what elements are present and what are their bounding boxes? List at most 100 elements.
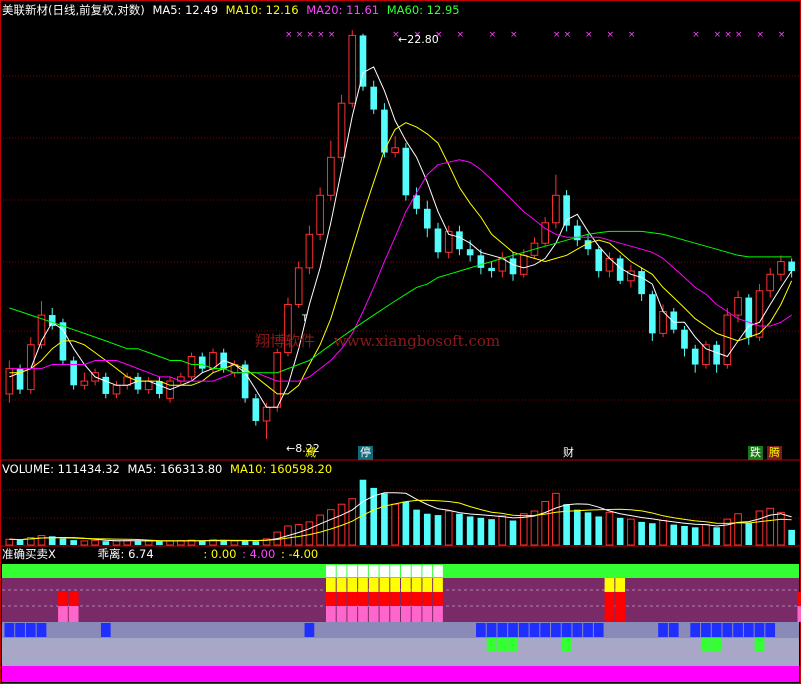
candle-body-up [337,102,346,158]
indicator-cell-white [325,565,336,577]
indicator-cell-green [561,638,572,652]
indicator-cell-pink [390,606,400,622]
volume-bar-down [509,520,517,545]
event-label-teng: 腾 [767,446,782,460]
candle-body-up [541,222,549,244]
indicator-cell-yellow [390,578,400,592]
signal-cross-marker: × [692,30,700,40]
deviation-value: 乖离: 6.74 [97,547,154,561]
indicator-cell-red [390,592,400,606]
indicator-cell-blue [25,623,36,637]
volume-bar-up [659,520,667,546]
signal-cross-marker: × [756,30,764,40]
indicator-cell-blue [593,623,604,637]
volume-bar-up [734,513,742,546]
candle-body-down [788,261,795,272]
volume-bar-up [541,500,549,546]
candle-body-up [112,384,121,395]
volume-bar-down [788,529,795,545]
indicator-cell-white [379,565,390,577]
t-marker: T [302,314,308,324]
indicator-cell-red [325,592,336,606]
candle-body-down [649,294,656,334]
candle-body-up [327,156,335,196]
volume-ma10-value: MA10: 160598.20 [230,462,333,476]
indicator-cell-red [433,592,443,606]
high-price-value: 22.80 [407,33,439,46]
candle-body-down [466,249,474,256]
indicator-cell-pink [422,606,433,622]
indicator-cell-white [358,565,368,577]
indicator-cell-blue [36,623,47,637]
candle-body-up [305,233,314,269]
candle-body-down [434,228,442,253]
volume-bar-up [766,507,775,546]
event-label-cai: 财 [563,446,574,459]
indicator-cell-white [422,565,433,577]
indicator-cell-pink [336,606,347,622]
indicator-cell-red [347,592,358,606]
volume-bar-down [477,517,485,545]
volume-bar-up [144,540,153,546]
indicator-cell-yellow [422,578,433,592]
volume-bar-down [456,513,463,545]
indicator-cell-blue [4,623,15,637]
indicator-cell-red [411,592,422,606]
volume-bar-down [102,541,110,545]
volume-bar-up [91,539,99,546]
indicator-cell-blue [583,623,593,637]
indicator-cell-white [401,565,411,577]
volume-bar-down [423,513,431,545]
ma10-value: MA10: 12.16 [225,3,299,17]
indicator-cell-pink [358,606,368,622]
volume-bar-down [573,509,581,545]
indicator-cell-pink [797,606,801,622]
signal-cross-marker: × [735,30,743,40]
volume-bar-down [16,539,24,545]
indicator-cell-blue [722,623,733,637]
volume-bar-down [59,538,67,545]
indicator-cell-blue [476,623,486,637]
indicator-cell-yellow [336,578,347,592]
volume-bar-down [434,515,442,545]
signal-cross-marker: × [456,30,464,40]
indicator-cell-blue [743,623,754,637]
candle-body-up [348,34,357,104]
indicator-cell-blue [15,623,25,637]
indicator-cell-blue [518,623,529,637]
ma5-value: MA5: 12.49 [152,3,219,17]
signal-cross-marker: × [306,30,314,40]
indicator-cell-blue [100,623,111,637]
volume-bar-up [5,538,14,546]
indicator-cell-red [379,592,390,606]
signal-cross-marker: × [285,30,293,40]
signal-cross-marker: × [489,30,497,40]
volume-bar-down [681,525,688,545]
indicator-cell-blue [304,623,315,637]
volume-bar-up [327,509,335,546]
candle-body-up [702,344,710,366]
volume-bar-down [595,516,603,545]
indicator-cell-pink [58,606,68,622]
indicator-cell-pink [68,606,79,622]
indicator-cell-pink [347,606,358,622]
watermark: 翔博软件 www.xiangbosoft.com [255,334,500,349]
candle-body-up [316,194,324,235]
candle-body-up [262,406,271,422]
indicator-cell-blue [711,623,722,637]
candle-body-down [638,271,645,295]
indicator-cell-blue [733,623,743,637]
volume-ma5-value: MA5: 166313.80 [127,462,223,476]
event-label-die: 跌 [748,446,763,460]
volume-bar-up [444,510,453,546]
volume-bar-up [702,524,710,546]
volume-bar-down [252,541,260,545]
indicator-cell-pink [368,606,379,622]
candle-body-down [370,86,378,110]
candle-body-down [198,356,206,369]
indicator-cell-blue [497,623,508,637]
candle-body-up [734,297,742,316]
indicator-cell-pink [411,606,422,622]
signal-cross-marker: × [317,30,325,40]
volume-bar-up [166,540,174,546]
